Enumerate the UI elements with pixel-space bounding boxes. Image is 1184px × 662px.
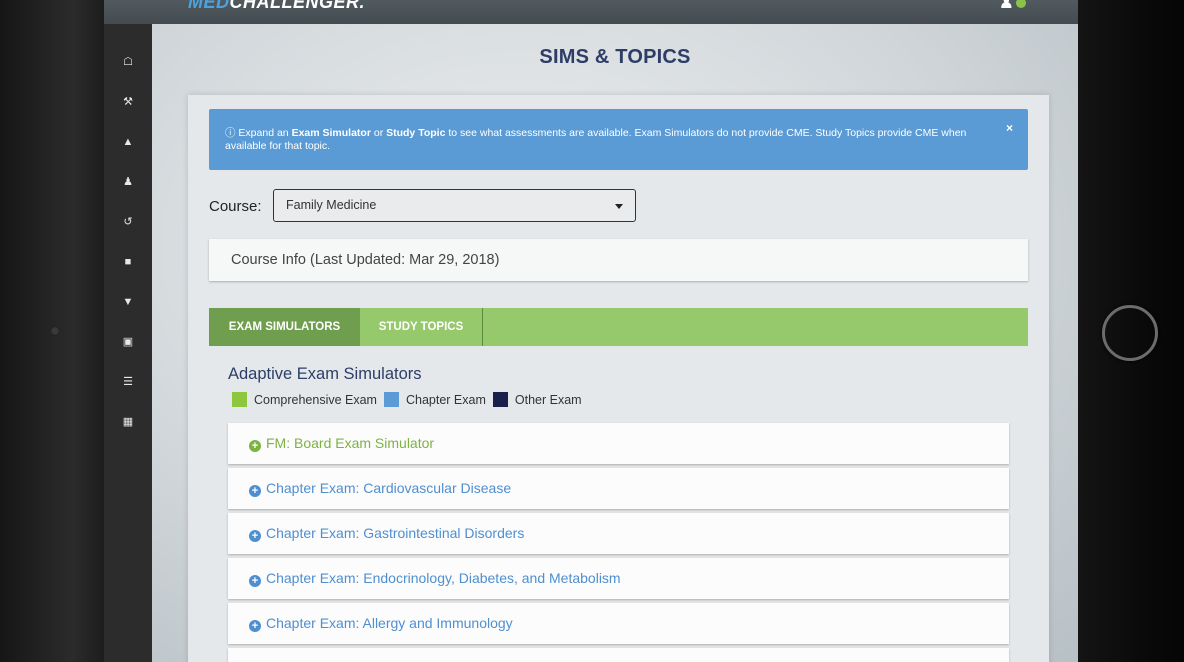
plus-circle-icon: + bbox=[249, 485, 261, 497]
cart-icon[interactable]: ☰ bbox=[104, 362, 152, 402]
main-content: SIMS & TOPICS ⓘ Expand an Exam Simulator… bbox=[152, 24, 1078, 662]
exam-legend: Comprehensive Exam Chapter Exam Other Ex… bbox=[232, 392, 589, 407]
top-bar: MEDCHALLENGER. ♟ bbox=[104, 0, 1078, 24]
screen: MEDCHALLENGER. ♟ ☖ ⚒ ▲ ♟ ↺ ■ ▼ ▣ ☰ ▦ SIM… bbox=[104, 0, 1078, 662]
exam-item-cardiovascular[interactable]: + Chapter Exam: Cardiovascular Disease bbox=[228, 468, 1009, 509]
exam-item-partial[interactable] bbox=[228, 648, 1009, 662]
course-select[interactable]: Family Medicine bbox=[273, 189, 636, 222]
plus-circle-icon: + bbox=[249, 575, 261, 587]
online-status-icon bbox=[1016, 0, 1026, 8]
plus-circle-icon: + bbox=[249, 530, 261, 542]
history-icon[interactable]: ↺ bbox=[104, 202, 152, 242]
camera-dot bbox=[50, 326, 60, 336]
course-info-panel[interactable]: Course Info (Last Updated: Mar 29, 2018) bbox=[209, 239, 1028, 281]
wrench-icon[interactable]: ⚒ bbox=[104, 82, 152, 122]
close-icon[interactable]: × bbox=[1006, 122, 1013, 135]
page-title: SIMS & TOPICS bbox=[539, 46, 691, 68]
tab-bar: EXAM SIMULATORS STUDY TOPICS bbox=[209, 308, 1028, 346]
exam-item-gastrointestinal[interactable]: + Chapter Exam: Gastrointestinal Disorder… bbox=[228, 513, 1009, 554]
tablet-bezel-left bbox=[0, 0, 104, 662]
ambulance-icon[interactable]: ▦ bbox=[104, 402, 152, 442]
id-card-icon[interactable]: ▣ bbox=[104, 322, 152, 362]
graduation-cap-icon[interactable]: ▲ bbox=[104, 122, 152, 162]
plus-circle-icon: + bbox=[249, 440, 261, 452]
side-nav: ☖ ⚒ ▲ ♟ ↺ ■ ▼ ▣ ☰ ▦ bbox=[104, 24, 152, 662]
user-md-icon[interactable]: ♟ bbox=[104, 162, 152, 202]
caret-down-icon bbox=[615, 204, 623, 209]
legend-swatch-comprehensive bbox=[232, 392, 247, 407]
plus-circle-icon: + bbox=[249, 620, 261, 632]
legend-swatch-other bbox=[492, 392, 508, 407]
exam-item-endocrinology[interactable]: + Chapter Exam: Endocrinology, Diabetes, … bbox=[228, 558, 1009, 599]
top-right-icons: ♟ bbox=[999, 0, 1026, 13]
tab-study-topics[interactable]: STUDY TOPICS bbox=[360, 308, 483, 346]
course-label: Course: bbox=[209, 198, 262, 215]
trophy-icon[interactable]: ▼ bbox=[104, 282, 152, 322]
tablet-home-button[interactable] bbox=[1102, 305, 1158, 361]
home-icon[interactable]: ☖ bbox=[104, 42, 152, 82]
legend-swatch-chapter bbox=[383, 392, 399, 407]
user-icon[interactable]: ♟ bbox=[999, 0, 1014, 12]
info-icon: ⓘ bbox=[225, 127, 236, 139]
info-alert: ⓘ Expand an Exam Simulator or Study Topi… bbox=[209, 109, 1028, 170]
exam-item-board-simulator[interactable]: + FM: Board Exam Simulator bbox=[228, 423, 1009, 464]
book-icon[interactable]: ■ bbox=[104, 242, 152, 282]
brand-logo[interactable]: MEDCHALLENGER. bbox=[188, 0, 365, 13]
content-panel: ⓘ Expand an Exam Simulator or Study Topi… bbox=[188, 95, 1049, 662]
exam-item-allergy[interactable]: + Chapter Exam: Allergy and Immunology bbox=[228, 603, 1009, 644]
simulators-heading: Adaptive Exam Simulators bbox=[228, 365, 422, 383]
tab-exam-simulators[interactable]: EXAM SIMULATORS bbox=[209, 308, 360, 346]
